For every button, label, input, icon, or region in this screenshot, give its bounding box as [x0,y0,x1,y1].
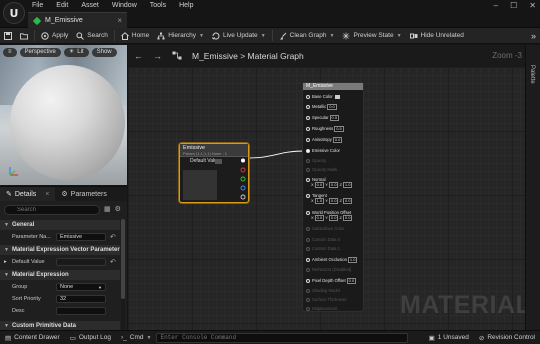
output-pin-r [240,167,246,173]
wpo-values: X 0.0 Y 0.0 Z 0.0 [311,215,353,221]
output-pin-b [240,185,246,191]
pin-refraction[interactable]: Refraction (Disabled) [306,267,351,272]
normal-values: X 0.0 Y 0.0 Z 1.0 [311,182,353,188]
unreal-logo-icon[interactable]: U [3,2,25,24]
palette-label: Palette [529,65,535,84]
graph-wires [246,150,306,159]
palette-tab[interactable]: Palette [525,45,540,330]
output-pins[interactable] [238,157,248,201]
material-node-title: M_Emissive [303,83,363,90]
pin-anisotropy[interactable]: Anisotropy 0.0 [306,137,343,143]
content-drawer-label: Content Drawer [14,334,60,341]
cmd-label: Cmd [129,334,144,341]
pin-opacity-mask[interactable]: Opacity Mask [306,167,337,172]
tangent-values: X 1.0 Y 0.0 Z 0.0 [311,198,353,204]
pin-base-color[interactable]: Base Color [306,94,340,99]
pin-metallic[interactable]: Metallic 0.0 [306,104,337,110]
chevron-down-icon: ▼ [146,334,152,341]
pin-shading-model[interactable]: Shading Model [306,288,340,293]
pin-opacity[interactable]: Opacity [306,158,326,163]
pin-custom-data-0[interactable]: Custom Data 0 [306,237,340,242]
output-pin-g [240,176,246,182]
pin-subsurface-color[interactable]: Subsurface Color [306,226,344,231]
material-result-node[interactable]: M_Emissive Base Color Metallic 0.0 Specul… [302,82,364,312]
content-drawer-icon: ▤ [5,334,12,342]
terminal-icon: ›_ [121,334,127,341]
revision-control-button[interactable]: ⊘ Revision Control [474,331,540,344]
unsaved-icon: ▣ [428,334,435,342]
vector-parameter-node[interactable]: Emissive Param (1,1,1,1) None : 1 Defaul… [179,143,249,203]
unsaved-label: 1 Unsaved [437,334,469,341]
output-log-button[interactable]: ▭ Output Log [65,331,116,344]
pin-surface-thickness[interactable]: Surface Thickness [306,297,346,302]
emissive-wire [246,150,306,159]
output-pin-a [240,194,246,200]
base-color-swatch[interactable] [334,94,340,99]
unsaved-button[interactable]: ▣ 1 Unsaved [424,331,474,344]
node-subtitle: Param (1,1,1,1) None : 1 [183,151,228,156]
default-value-swatch [215,159,222,164]
pin-specular[interactable]: Specular 0.5 [306,115,340,121]
status-bar: ▤ Content Drawer ▭ Output Log ›_ Cmd ▼ ▣… [0,330,540,344]
pin-roughness[interactable]: Roughness 0.5 [306,126,344,132]
console-command-input[interactable] [156,332,409,343]
pin-displacement[interactable]: Displacement [306,306,337,311]
node-preview [183,170,217,200]
output-pin-rgb [241,158,245,163]
output-log-icon: ▭ [69,334,76,342]
content-drawer-button[interactable]: ▤ Content Drawer [0,331,65,344]
output-log-label: Output Log [78,334,112,341]
pin-emissive-color[interactable]: Emissive Color [306,148,340,153]
pin-pixel-depth-offset[interactable]: Pixel Depth Offset 0.0 [306,278,357,284]
cmd-dropdown[interactable]: ›_ Cmd ▼ [116,331,156,344]
revision-control-icon: ⊘ [478,334,485,342]
pin-ambient-occlusion[interactable]: Ambient Occlusion 1.0 [306,257,358,263]
node-header: Emissive Param (1,1,1,1) None : 1 [180,144,248,157]
revision-control-label: Revision Control [487,334,535,341]
pin-custom-data-1[interactable]: Custom Data 1 [306,246,340,251]
